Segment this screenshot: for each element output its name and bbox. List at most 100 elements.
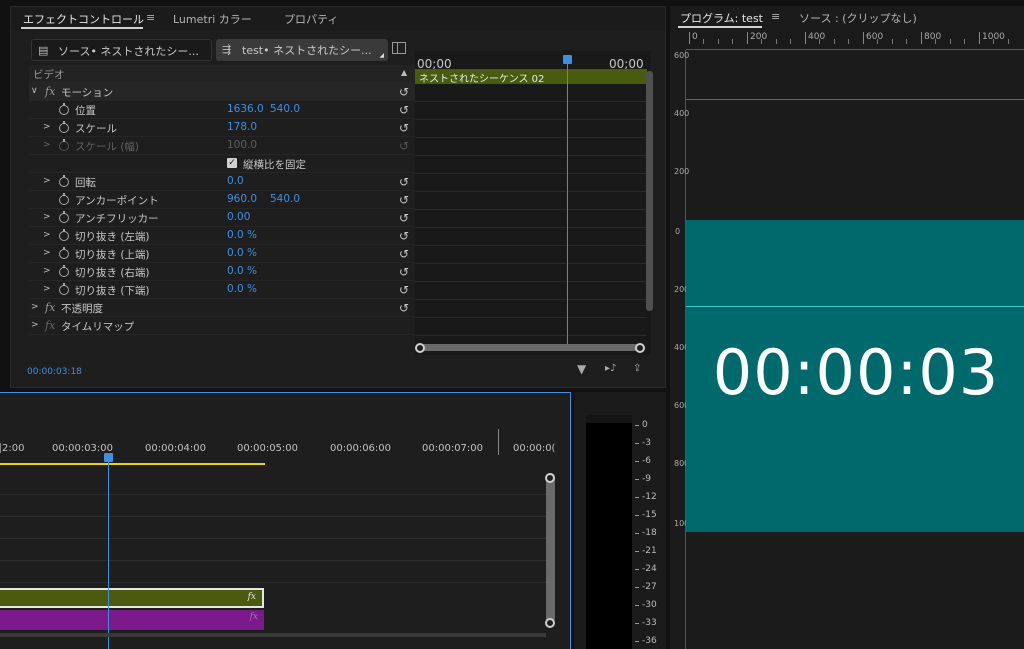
stopwatch-icon[interactable] — [59, 121, 69, 133]
toggle-timeline-icon[interactable] — [392, 42, 406, 54]
ruler-label: 400 — [808, 32, 826, 42]
timeline-vscroll[interactable] — [546, 473, 555, 623]
play-audio-icon[interactable]: ▸♪ — [605, 363, 616, 374]
mini-timeline-vscroll[interactable] — [646, 71, 653, 311]
stopwatch-icon[interactable] — [59, 283, 69, 295]
effect-mini-timeline[interactable]: 00;00 00;00 ネストされたシーケンス 02 — [415, 51, 653, 355]
chevron-down-icon[interactable]: ∨ — [31, 86, 38, 96]
crop-top-value[interactable]: 0.0 % — [227, 247, 257, 259]
ruler-label: 0 — [692, 32, 698, 42]
reset-icon[interactable]: ↺ — [399, 247, 409, 261]
effect-current-time[interactable]: 00:00:03:18 — [27, 367, 82, 377]
crop-right-value[interactable]: 0.0 % — [227, 265, 257, 277]
mini-row — [415, 228, 647, 246]
vscroll-bottom-handle[interactable] — [545, 618, 555, 628]
time-remap-row[interactable]: > fx タイムリマップ — [29, 317, 415, 335]
ruler-tick — [979, 32, 980, 44]
position-y-value[interactable]: 540.0 — [270, 103, 300, 115]
track-row — [0, 495, 546, 517]
hscroll-left-handle[interactable] — [415, 343, 425, 353]
tab-lumetri-color[interactable]: Lumetri カラー — [173, 11, 252, 27]
chevron-right-icon[interactable]: > — [31, 320, 39, 330]
hscroll-right-handle[interactable] — [635, 343, 645, 353]
chevron-right-icon[interactable]: > — [43, 176, 51, 186]
effect-controls-panel: エフェクトコントロール ≡ Lumetri カラー プロパティ ▤ ソース• ネ… — [10, 6, 666, 388]
audio-clip[interactable]: fx — [0, 610, 264, 630]
guide-line[interactable] — [686, 99, 1024, 100]
filter-icon[interactable]: ▼ — [577, 362, 586, 376]
fx-icon: fx — [45, 319, 56, 332]
export-icon[interactable]: ⇪ — [633, 363, 641, 374]
mini-row — [415, 156, 647, 174]
opacity-label: 不透明度 — [61, 303, 103, 315]
reset-icon[interactable]: ↺ — [399, 211, 409, 225]
vscroll-top-handle[interactable] — [545, 473, 555, 483]
reset-icon[interactable]: ↺ — [399, 85, 409, 99]
reset-icon[interactable]: ↺ — [399, 265, 409, 279]
panel-menu-icon[interactable]: ≡ — [146, 11, 155, 24]
chevron-right-icon[interactable]: > — [43, 212, 51, 222]
tab-effect-controls[interactable]: エフェクトコントロール — [23, 11, 144, 27]
uniform-scale-checkbox[interactable]: ✓ — [227, 158, 237, 168]
tab-program[interactable]: プログラム: test — [680, 10, 763, 26]
stopwatch-icon[interactable] — [59, 265, 69, 277]
chevron-right-icon[interactable]: > — [43, 266, 51, 276]
reset-icon[interactable]: ↺ — [399, 193, 409, 207]
chevron-right-icon[interactable]: > — [43, 140, 51, 150]
stopwatch-icon[interactable] — [59, 211, 69, 223]
mini-row — [415, 102, 647, 120]
source-clip-tab[interactable]: ▤ ソース• ネストされたシー... — [31, 39, 212, 61]
chevron-right-icon[interactable]: > — [43, 122, 51, 132]
crop-left-value[interactable]: 0.0 % — [227, 229, 257, 241]
reset-icon[interactable]: ↺ — [399, 175, 409, 189]
crop-bottom-value[interactable]: 0.0 % — [227, 283, 257, 295]
stopwatch-icon — [59, 139, 69, 151]
tab-properties[interactable]: プロパティ — [284, 11, 338, 27]
stopwatch-icon[interactable] — [59, 175, 69, 187]
reset-icon[interactable]: ↺ — [399, 283, 409, 297]
anchor-x-value[interactable]: 960.0 — [227, 193, 257, 205]
stopwatch-icon[interactable] — [59, 247, 69, 259]
nested-sequence-clip[interactable]: ネストされたシーケンス 02 — [415, 69, 647, 85]
meter-tick — [635, 641, 639, 642]
tab-source[interactable]: ソース : (クリップなし) — [799, 10, 917, 26]
ruler-label: 0 — [674, 227, 681, 236]
rotation-row: > 回転 0.0 ↺ — [29, 173, 415, 191]
sequence-clip-tab[interactable]: ⇶ test• ネストされたシー... ◢ — [216, 39, 388, 61]
mini-timeline-hscroll[interactable] — [421, 344, 645, 351]
work-area-bar[interactable] — [0, 463, 265, 465]
motion-row[interactable]: ∨ fx モーション ↺ — [29, 83, 415, 101]
clip-icon: ▤ — [38, 44, 49, 57]
guide-line[interactable] — [686, 306, 1024, 307]
position-x-value[interactable]: 1636.0 — [227, 103, 264, 115]
reset-icon[interactable]: ↺ — [399, 229, 409, 243]
meter-label: 0 — [642, 420, 648, 430]
stopwatch-icon[interactable] — [59, 193, 69, 205]
scale-value[interactable]: 178.0 — [227, 121, 257, 133]
fx-icon[interactable]: fx — [45, 85, 55, 98]
timeline-tick-label: 00:00:06:00 — [330, 443, 392, 454]
timeline-hscroll[interactable] — [0, 633, 546, 637]
rotation-value[interactable]: 0.0 — [227, 175, 244, 187]
chevron-right-icon[interactable]: > — [31, 302, 39, 312]
collapse-up-icon[interactable]: ▲ — [401, 68, 407, 77]
chevron-right-icon[interactable]: > — [43, 248, 51, 258]
chevron-right-icon[interactable]: > — [43, 284, 51, 294]
timeline-tick-label: 00:00:04:00 — [145, 443, 207, 454]
stopwatch-icon[interactable] — [59, 229, 69, 241]
ruler-tick — [921, 32, 922, 44]
chevron-right-icon[interactable]: > — [43, 230, 51, 240]
reset-icon[interactable]: ↺ — [399, 301, 409, 315]
meter-label: -36 — [642, 636, 657, 646]
opacity-row[interactable]: > fx 不透明度 ↺ — [29, 299, 415, 317]
antiflicker-value[interactable]: 0.00 — [227, 211, 250, 223]
reset-icon[interactable]: ↺ — [399, 121, 409, 135]
reset-icon[interactable]: ↺ — [399, 103, 409, 117]
video-clip[interactable]: fx — [0, 588, 264, 608]
stopwatch-icon[interactable] — [59, 103, 69, 115]
fx-icon[interactable]: fx — [45, 301, 55, 314]
panel-menu-icon[interactable]: ≡ — [771, 10, 780, 23]
anchor-y-value[interactable]: 540.0 — [270, 193, 300, 205]
mini-row — [415, 210, 647, 228]
meter-label: -27 — [642, 582, 657, 592]
